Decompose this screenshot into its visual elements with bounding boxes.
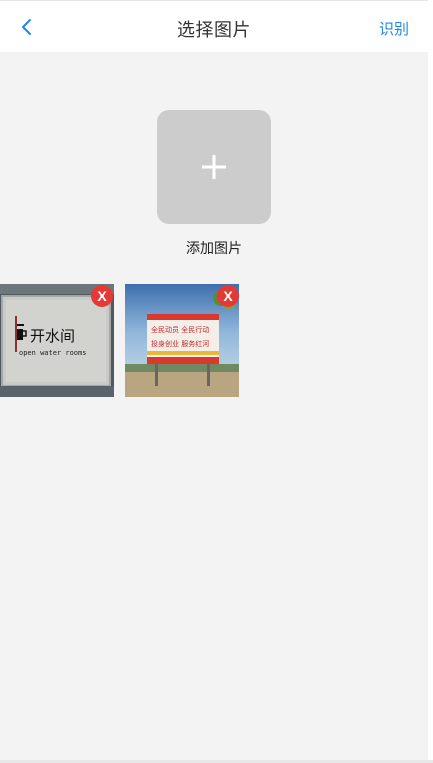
billboard-line-1: 全民动员 全民行动 [151,325,209,334]
remove-image-button[interactable]: X [91,285,113,307]
billboard-line-2: 投身创业 服务红河 [151,339,209,348]
screen-edge [428,0,433,763]
page-title: 选择图片 [177,20,251,41]
add-image-button[interactable] [157,110,271,224]
sign-subtext: open water rooms [19,349,86,357]
remove-image-button[interactable]: X [217,285,239,307]
navigation-bar: 选择图片 识别 [0,0,428,52]
recognize-button[interactable]: 识别 [379,18,409,39]
add-image-label: 添加图片 [186,241,242,257]
plus-icon [202,155,226,179]
sign-text: 开水间 [30,327,75,345]
